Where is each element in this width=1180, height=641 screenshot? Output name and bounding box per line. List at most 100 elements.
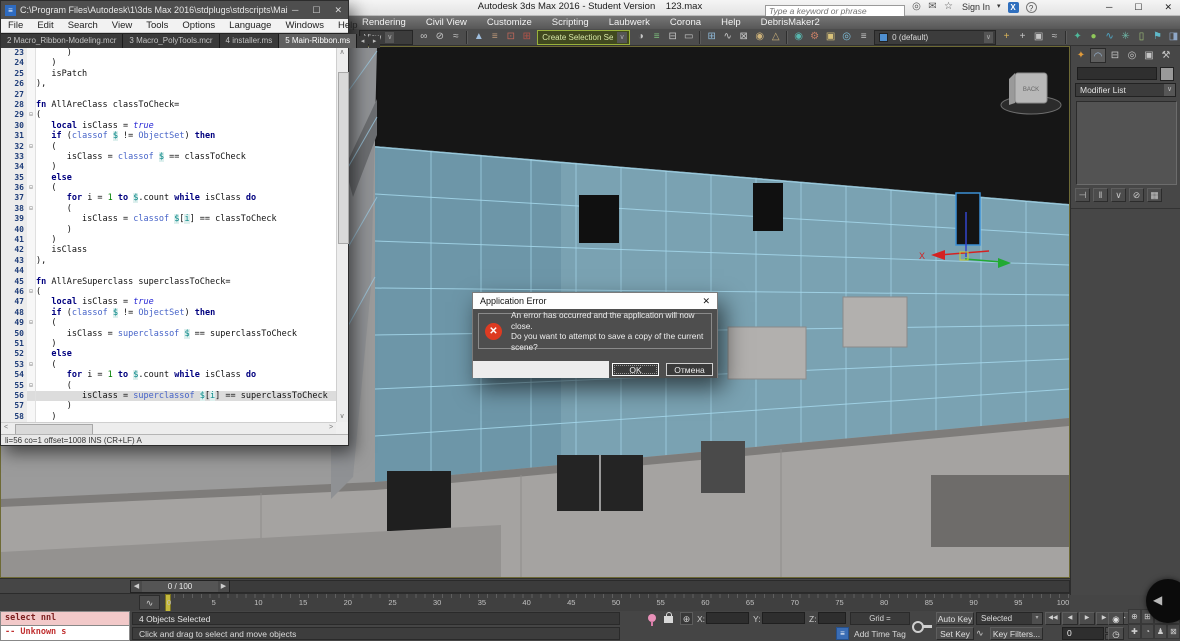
menu-help[interactable]: Help (711, 16, 751, 29)
select-by-name-icon[interactable]: ≡ (488, 30, 501, 44)
absolute-mode-icon[interactable]: ⊕ (680, 612, 693, 625)
scene-explorer-icon[interactable]: ⊞ (705, 30, 718, 44)
rendered-frame-icon[interactable]: ▣ (824, 30, 837, 44)
editor-maximize-button[interactable]: ☐ (312, 5, 320, 16)
motion-tab[interactable]: ◎ (1124, 48, 1140, 63)
time-configuration-button[interactable]: ◷ (1108, 627, 1124, 640)
massfx-icon[interactable]: ✦ (1071, 30, 1084, 44)
editor-menu-language[interactable]: Language (222, 20, 278, 31)
angle-snap-icon[interactable]: △ (769, 30, 782, 44)
editor-tab[interactable]: 2 Macro_Ribbon-Modeling.mcr (1, 34, 123, 48)
y-coordinate-field[interactable] (762, 612, 805, 624)
minimize-button[interactable]: ─ (1106, 2, 1112, 12)
add-time-tag[interactable]: Add Time Tag (854, 629, 906, 639)
mirror-icon[interactable]: ◑ (634, 30, 647, 44)
editor-menu-tools[interactable]: Tools (139, 20, 175, 31)
window-crossing-icon[interactable]: ⊞ (520, 30, 533, 44)
listener-line[interactable]: -- Unknown s (0, 626, 130, 641)
macro-recorder-line[interactable]: select nnl (0, 611, 130, 626)
cancel-button[interactable]: Отмена (666, 363, 713, 376)
exchange-apps-icon[interactable]: X (1008, 2, 1019, 13)
add-to-layer-icon[interactable]: + (1016, 30, 1029, 44)
isolate-selection-icon[interactable] (648, 614, 656, 622)
help-icon[interactable]: ? (1026, 2, 1037, 13)
editor-close-button[interactable]: ✕ (334, 5, 342, 16)
pin-stack-button[interactable]: ⊣ (1075, 188, 1090, 202)
orbit-icon[interactable]: ◔ (1141, 624, 1154, 639)
selection-lock-icon[interactable] (664, 616, 673, 623)
menu-debrismaker2[interactable]: DebrisMaker2 (751, 16, 830, 29)
signin-button[interactable]: Sign In (962, 0, 990, 14)
camera-tools-icon[interactable]: ◨ (1167, 30, 1180, 44)
maximize-viewport-icon[interactable]: ⊠ (1167, 624, 1180, 639)
dialog-titlebar[interactable]: Application Error ✕ (473, 293, 717, 309)
particle-flow-icon[interactable]: ∿ (1103, 30, 1116, 44)
render-production-icon[interactable]: ◎ (840, 30, 853, 44)
z-coordinate-field[interactable] (818, 612, 846, 624)
bind-to-space-warp-icon[interactable]: ≈ (449, 30, 462, 44)
auto-key-button[interactable]: Auto Key (936, 612, 974, 625)
menu-corona[interactable]: Corona (660, 16, 711, 29)
create-layer-icon[interactable]: + (1000, 30, 1013, 44)
editor-tab[interactable]: 3 Macro_PolyTools.mcr (123, 34, 219, 48)
editor-horizontal-scrollbar[interactable]: < > (1, 422, 336, 434)
scrollbar-thumb[interactable] (338, 72, 349, 244)
show-end-result-button[interactable]: ‖ (1093, 188, 1108, 202)
go-to-start-button[interactable]: ◀◀ (1045, 612, 1061, 625)
named-selection-set-dropdown[interactable]: Create Selection Se ∨ (537, 30, 630, 45)
editor-menu-help[interactable]: Help (331, 20, 365, 31)
set-key-button[interactable]: Set Key (936, 627, 974, 640)
editor-menu-search[interactable]: Search (61, 20, 105, 31)
editor-menu-windows[interactable]: Windows (278, 20, 331, 31)
select-object-icon[interactable]: ▲ (472, 30, 485, 44)
play-button[interactable]: ▶ (1079, 612, 1095, 625)
modify-tab[interactable]: ◠ (1090, 48, 1106, 63)
set-current-layer-icon[interactable]: ≈ (1048, 30, 1061, 44)
key-selection-dropdown[interactable]: Selected ▾ (976, 612, 1043, 625)
previous-frame-button[interactable]: ◀ (1062, 612, 1078, 625)
tab-scroll-left-icon[interactable]: ◂ (357, 36, 368, 48)
align-icon[interactable]: ≡ (650, 30, 663, 44)
layer-dropdown[interactable]: 0 (default) ∨ (874, 30, 996, 45)
light-tools-icon[interactable]: ⚑ (1151, 30, 1164, 44)
search-icon[interactable]: ◎ (910, 0, 923, 14)
select-layer-objects-icon[interactable]: ▣ (1032, 30, 1045, 44)
walkthrough-icon[interactable]: ♟ (1154, 624, 1167, 639)
snaps-toggle-icon[interactable]: ◉ (753, 30, 766, 44)
pan-icon[interactable]: ✚ (1128, 624, 1141, 639)
modifier-stack[interactable] (1076, 101, 1177, 185)
time-slider-handle[interactable]: ◀ 0 / 100 ▶ (130, 580, 230, 593)
configure-modifier-sets-button[interactable]: ▦ (1147, 188, 1162, 202)
manage-layers-icon[interactable]: ≡ (857, 30, 870, 44)
graphite-ribbon-icon[interactable]: ▭ (682, 30, 695, 44)
editor-tab[interactable]: 5 Main-Ribbon.ms (279, 34, 357, 48)
scroll-left-icon[interactable]: < (1, 423, 11, 433)
menu-laubwerk[interactable]: Laubwerk (599, 16, 660, 29)
editor-minimize-button[interactable]: ─ (292, 5, 298, 16)
editor-menu-edit[interactable]: Edit (30, 20, 60, 31)
scroll-right-icon[interactable]: > (326, 423, 336, 433)
object-color-swatch[interactable] (1160, 67, 1174, 81)
code-lines[interactable]: 23 )24 )25 isPatch26),2728fn AllAreClass… (1, 48, 336, 422)
display-tab[interactable]: ▣ (1141, 48, 1157, 63)
dialog-close-icon[interactable]: ✕ (702, 296, 710, 307)
ok-button[interactable]: OK (612, 363, 659, 376)
rectangular-selection-icon[interactable]: ⊡ (504, 30, 517, 44)
editor-menu-view[interactable]: View (105, 20, 139, 31)
editor-tab[interactable]: 4 installer.ms (220, 34, 280, 48)
menu-scripting[interactable]: Scripting (542, 16, 599, 29)
timeline-ruler[interactable]: 0510152025303540455055606570758085909510… (165, 594, 1070, 612)
modifier-list-dropdown[interactable]: Modifier List ∨ (1075, 83, 1176, 97)
script-listener-icon[interactable]: ≡ (836, 627, 849, 640)
maximize-button[interactable]: ☐ (1134, 2, 1142, 13)
scroll-down-icon[interactable]: ∨ (337, 412, 347, 422)
time-slider-track[interactable] (130, 580, 1070, 593)
menu-civil-view[interactable]: Civil View (416, 16, 477, 29)
chevron-down-icon[interactable]: ▾ (997, 0, 1001, 14)
render-setup-icon[interactable]: ⚙ (808, 30, 821, 44)
tab-scroll-right-icon[interactable]: ▸ (369, 36, 380, 48)
cloth-icon[interactable]: ✳ (1119, 30, 1132, 44)
utilities-tab[interactable]: ⚒ (1158, 48, 1174, 63)
editor-menu-file[interactable]: File (1, 20, 30, 31)
create-tab[interactable]: ✦ (1073, 48, 1089, 63)
